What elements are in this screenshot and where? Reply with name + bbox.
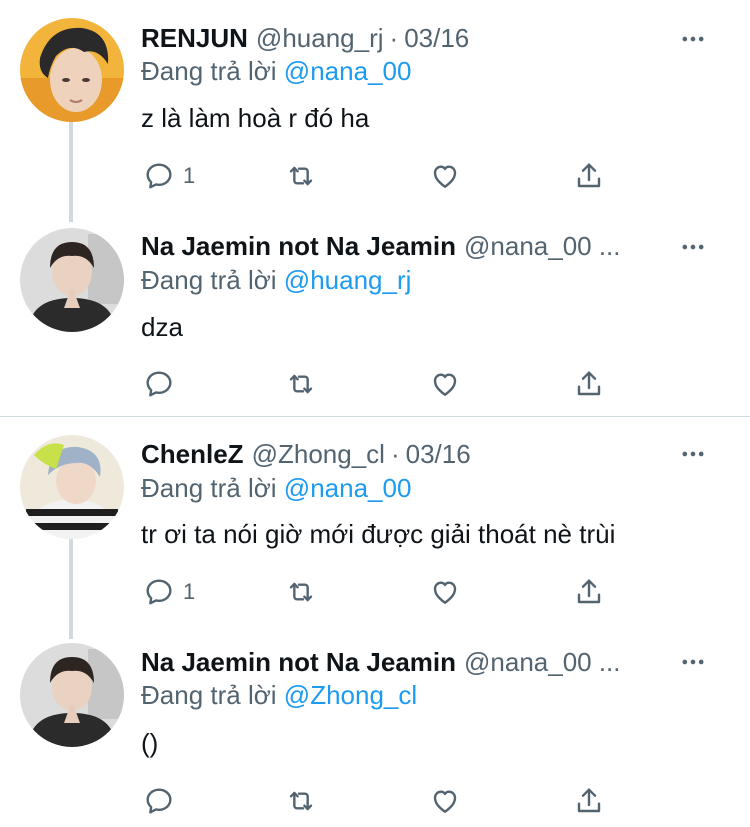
avatar[interactable]	[20, 435, 124, 539]
retweet-button[interactable]	[285, 158, 317, 194]
tweet-text: z là làm hoà r đó ha	[141, 103, 370, 133]
like-button[interactable]	[429, 783, 461, 819]
more-options-button[interactable]	[676, 22, 710, 56]
more-options-button[interactable]	[676, 230, 710, 264]
share-button[interactable]	[573, 158, 605, 194]
reply-icon	[143, 576, 175, 608]
tweet-header: ChenleZ @Zhong_cl · 03/16	[141, 437, 730, 471]
tweet-actions	[141, 366, 621, 402]
tweet-date[interactable]: 03/16	[404, 23, 469, 54]
tweet-header: Na Jaemin not Na Jeamin @nana_00 ...	[141, 645, 730, 679]
tweet-actions: 1	[141, 574, 621, 610]
share-button[interactable]	[573, 783, 605, 819]
retweet-button[interactable]	[285, 366, 317, 402]
more-icon	[679, 440, 707, 468]
like-icon	[429, 576, 461, 608]
thread-line	[69, 122, 73, 222]
avatar[interactable]	[20, 18, 124, 122]
like-icon	[429, 160, 461, 192]
replying-to: Đang trả lời @Zhong_cl	[141, 680, 417, 711]
replying-to: Đang trả lời @nana_00	[141, 473, 411, 504]
like-button[interactable]	[429, 366, 461, 402]
like-button[interactable]	[429, 574, 461, 610]
tweet-header: RENJUN @huang_rj · 03/16	[141, 21, 730, 55]
avatar[interactable]	[20, 643, 124, 747]
tweet[interactable]: Na Jaemin not Na Jeamin @nana_00 ... Đan…	[0, 208, 750, 416]
tweet[interactable]: ChenleZ @Zhong_cl · 03/16 Đang trả lời @…	[0, 417, 750, 639]
user-handle[interactable]: @nana_00 ...	[464, 231, 621, 262]
tweet-header: Na Jaemin not Na Jeamin @nana_00 ...	[141, 229, 730, 263]
replying-to: Đang trả lời @huang_rj	[141, 265, 411, 296]
separator-dot: ·	[389, 22, 399, 53]
reply-count: 1	[183, 163, 196, 188]
replying-to: Đang trả lời @nana_00	[141, 56, 411, 87]
reply-button[interactable]: 1	[143, 574, 195, 610]
more-options-button[interactable]	[676, 645, 710, 679]
reply-button[interactable]: 1	[143, 158, 195, 194]
share-icon	[573, 160, 605, 192]
more-icon	[679, 648, 707, 676]
tweet-text: dza	[141, 312, 183, 342]
thread-line	[69, 539, 73, 639]
mention-link[interactable]: @huang_rj	[284, 265, 412, 295]
avatar[interactable]	[20, 228, 124, 332]
display-name[interactable]: ChenleZ	[141, 439, 244, 470]
like-button[interactable]	[429, 158, 461, 194]
share-icon	[573, 785, 605, 817]
retweet-icon	[285, 785, 317, 817]
mention-link[interactable]: @nana_00	[284, 56, 412, 86]
like-icon	[429, 785, 461, 817]
tweet-actions	[141, 783, 621, 819]
tweet[interactable]: RENJUN @huang_rj · 03/16 Đang trả lời @n…	[0, 0, 750, 222]
user-handle[interactable]: @Zhong_cl	[252, 439, 385, 470]
separator-dot: ·	[390, 438, 400, 469]
retweet-icon	[285, 576, 317, 608]
mention-link[interactable]: @nana_00	[284, 473, 412, 503]
retweet-icon	[285, 160, 317, 192]
reply-count: 1	[183, 579, 196, 604]
retweet-button[interactable]	[285, 783, 317, 819]
user-handle[interactable]: @nana_00 ...	[464, 647, 621, 678]
retweet-button[interactable]	[285, 574, 317, 610]
tweet-date[interactable]: 03/16	[406, 439, 471, 470]
mention-link[interactable]: @Zhong_cl	[284, 680, 417, 710]
share-icon	[573, 576, 605, 608]
reply-icon	[143, 368, 175, 400]
reply-prefix: Đang trả lời	[141, 680, 277, 710]
user-handle[interactable]: @huang_rj	[256, 23, 384, 54]
display-name[interactable]: Na Jaemin not Na Jeamin	[141, 647, 456, 678]
reply-prefix: Đang trả lời	[141, 56, 277, 86]
reply-button[interactable]	[143, 783, 183, 819]
more-icon	[679, 233, 707, 261]
display-name[interactable]: Na Jaemin not Na Jeamin	[141, 231, 456, 262]
like-icon	[429, 368, 461, 400]
reply-button[interactable]	[143, 366, 183, 402]
more-options-button[interactable]	[676, 437, 710, 471]
more-icon	[679, 25, 707, 53]
share-icon	[573, 368, 605, 400]
reply-prefix: Đang trả lời	[141, 473, 277, 503]
reply-icon	[143, 160, 175, 192]
reply-prefix: Đang trả lời	[141, 265, 277, 295]
retweet-icon	[285, 368, 317, 400]
tweet[interactable]: Na Jaemin not Na Jeamin @nana_00 ... Đan…	[0, 625, 750, 827]
reply-icon	[143, 785, 175, 817]
tweet-text: ()	[141, 728, 159, 758]
tweet-actions: 1	[141, 158, 621, 194]
display-name[interactable]: RENJUN	[141, 23, 248, 54]
tweet-text: tr ơi ta nói giờ mới được giải thoát nè …	[141, 519, 616, 549]
share-button[interactable]	[573, 366, 605, 402]
share-button[interactable]	[573, 574, 605, 610]
